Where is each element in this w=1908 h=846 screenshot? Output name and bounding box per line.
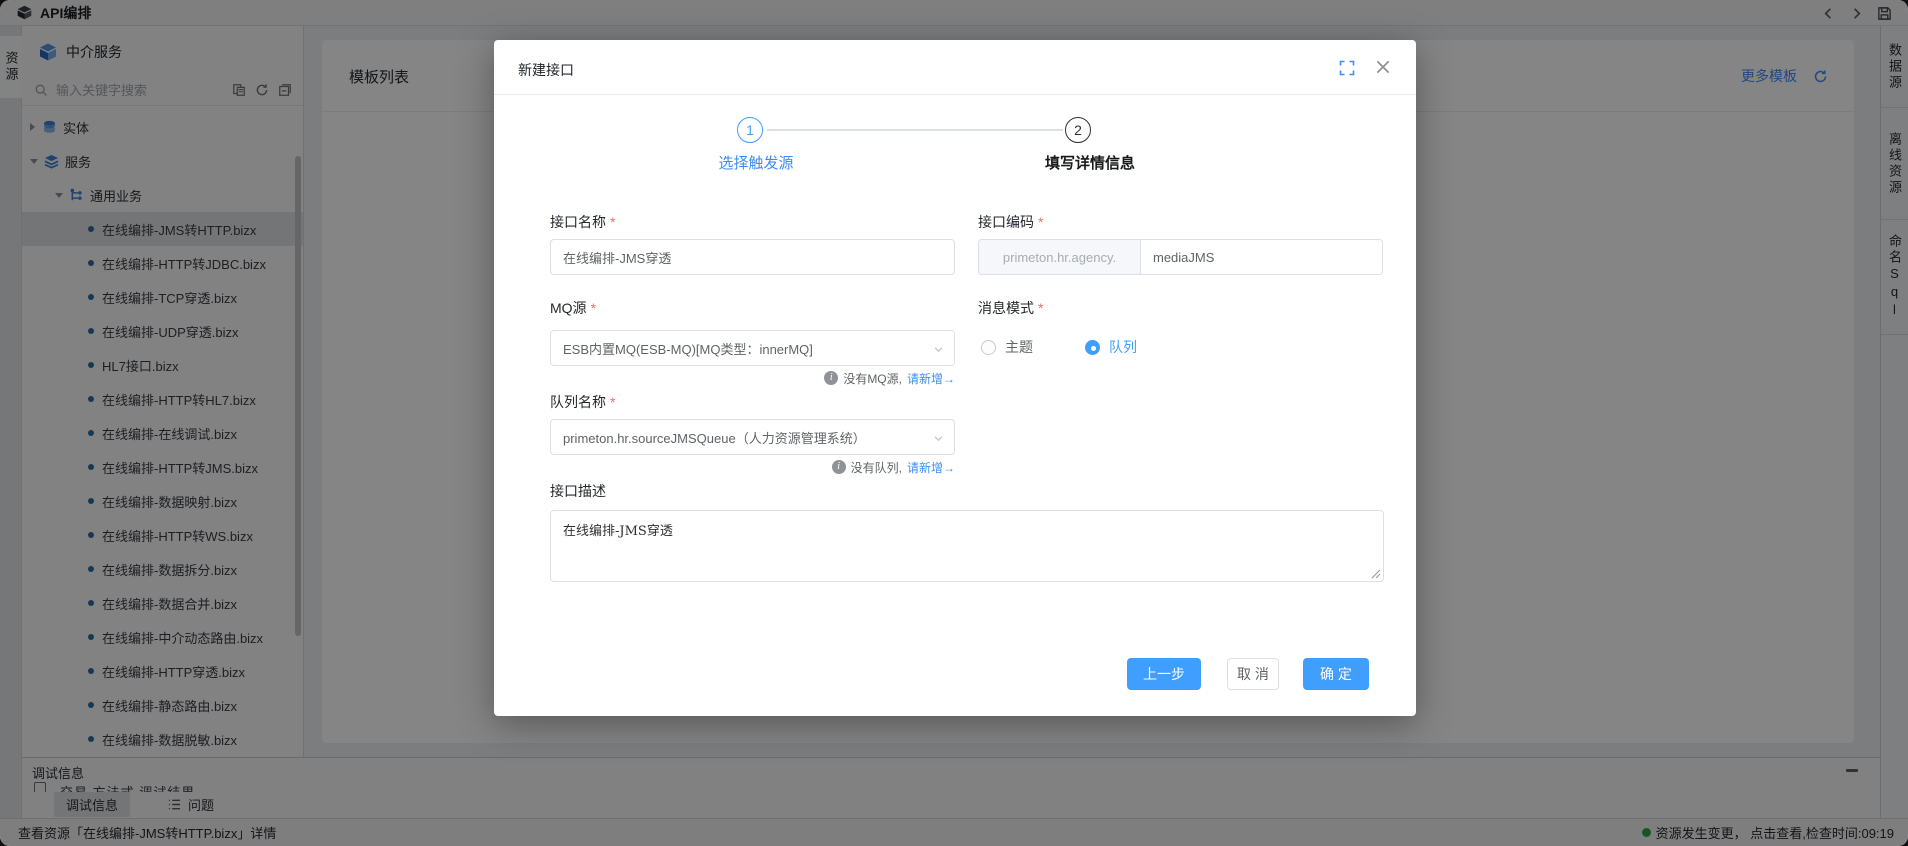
field-label-description: 接口描述 — [550, 481, 606, 501]
required-asterisk: * — [610, 214, 615, 230]
helper-text: 没有MQ源, — [843, 370, 902, 387]
required-asterisk: * — [1038, 214, 1043, 230]
confirm-button[interactable]: 确 定 — [1303, 658, 1369, 690]
mq-source-value: ESB内置MQ(ESB-MQ)[MQ类型：innerMQ] — [563, 339, 813, 358]
field-label-mq-source: MQ源* — [550, 298, 596, 318]
description-textarea[interactable] — [551, 511, 1383, 581]
queue-name-select[interactable]: primeton.hr.sourceJMSQueue（人力资源管理系统） — [550, 419, 955, 455]
mq-source-select[interactable]: ESB内置MQ(ESB-MQ)[MQ类型：innerMQ] — [550, 330, 955, 366]
radio-topic[interactable]: 主题 — [981, 337, 1033, 357]
queue-name-value: primeton.hr.sourceJMSQueue（人力资源管理系统） — [563, 428, 866, 447]
field-label-code: 接口编码* — [978, 212, 1043, 232]
step-2-label: 填写详情信息 — [1000, 152, 1180, 173]
add-new-link[interactable]: 请新增→ — [907, 370, 955, 387]
step-1-label: 选择触发源 — [670, 152, 842, 173]
radio-circle-icon — [981, 340, 996, 355]
add-new-link[interactable]: 请新增→ — [907, 459, 955, 476]
dialog-header: 新建接口 — [494, 40, 1416, 95]
radio-queue-label: 队列 — [1109, 337, 1137, 357]
close-icon[interactable] — [1374, 58, 1392, 76]
radio-circle-icon — [1085, 340, 1100, 355]
resize-handle-icon[interactable] — [1371, 569, 1381, 579]
cancel-button[interactable]: 取 消 — [1227, 658, 1279, 690]
chevron-down-icon — [933, 344, 944, 355]
required-asterisk: * — [610, 394, 615, 410]
dialog-title: 新建接口 — [518, 60, 574, 80]
required-asterisk: * — [591, 300, 596, 316]
step-2-circle: 2 — [1065, 117, 1091, 143]
previous-step-button[interactable]: 上一步 — [1127, 658, 1201, 690]
interface-name-input[interactable] — [550, 239, 955, 275]
interface-code-input[interactable] — [1141, 240, 1382, 274]
fullscreen-icon[interactable] — [1339, 60, 1355, 76]
code-prefix: primeton.hr.agency. — [979, 240, 1141, 274]
required-asterisk: * — [1038, 300, 1043, 316]
radio-queue[interactable]: 队列 — [1085, 337, 1137, 357]
interface-code-field: primeton.hr.agency. — [978, 239, 1383, 275]
info-icon — [824, 371, 838, 385]
helper-text: 没有队列, — [851, 459, 902, 476]
radio-topic-label: 主题 — [1005, 337, 1033, 357]
field-label-name: 接口名称* — [550, 212, 615, 232]
step-1-circle: 1 — [737, 117, 763, 143]
message-mode-radio-group: 主题 队列 — [981, 337, 1137, 357]
field-label-message-mode: 消息模式* — [978, 298, 1043, 318]
step-connector-line — [767, 129, 1063, 131]
info-icon — [832, 460, 846, 474]
app-window: API编排 资源 中介服务 输入关键字搜索 — [0, 0, 1908, 846]
description-field — [550, 510, 1384, 582]
queue-helper: 没有队列, 请新增→ — [832, 459, 955, 475]
field-label-queue-name: 队列名称* — [550, 392, 615, 412]
mq-source-helper: 没有MQ源, 请新增→ — [824, 370, 955, 386]
new-interface-dialog: 新建接口 1 2 选择触发源 填写详情信息 接口名称* 接口编码* primet… — [494, 40, 1416, 716]
dialog-footer: 上一步 取 消 确 定 — [1127, 658, 1369, 690]
chevron-down-icon — [933, 433, 944, 444]
